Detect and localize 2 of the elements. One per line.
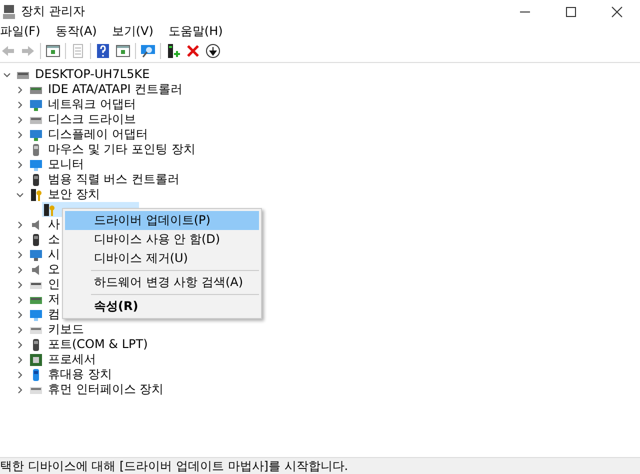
- status-text: 택한 디바이스에 대해 [드라이버 업데이트 마법사]를 시작합니다.: [0, 458, 348, 474]
- window-title: 장치 관리자: [21, 3, 85, 20]
